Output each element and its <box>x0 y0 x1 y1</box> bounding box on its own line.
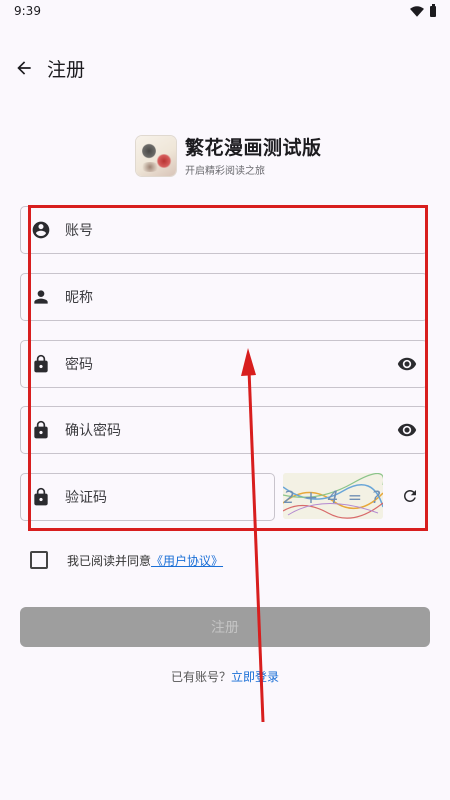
user-agreement-link[interactable]: 《用户协议》 <box>151 552 223 569</box>
captcha-image[interactable]: 2 + 4 = ? <box>283 473 383 519</box>
status-bar: 9:39 <box>0 0 450 22</box>
agreement-row: 我已阅读并同意 《用户协议》 <box>30 548 223 572</box>
page-title: 注册 <box>47 58 86 81</box>
confirm-password-placeholder: 确认密码 <box>65 423 121 439</box>
app-slogan: 开启精彩阅读之旅 <box>185 165 265 177</box>
status-time: 9:39 <box>14 4 41 18</box>
lock-icon <box>21 420 61 440</box>
register-button[interactable]: 注册 <box>20 607 430 647</box>
lock-icon <box>21 354 61 374</box>
captcha-input[interactable]: 验证码 <box>20 473 275 521</box>
status-icons <box>410 3 436 17</box>
app-name: 繁花漫画测试版 <box>185 136 322 159</box>
agreement-checkbox[interactable] <box>30 551 48 569</box>
confirm-password-input[interactable]: 确认密码 <box>20 406 428 454</box>
wifi-icon <box>410 5 424 17</box>
refresh-icon[interactable] <box>398 484 422 508</box>
password-input[interactable]: 密码 <box>20 340 428 388</box>
account-placeholder: 账号 <box>65 223 93 239</box>
account-input[interactable]: 账号 <box>20 206 428 254</box>
app-logo <box>136 136 176 176</box>
app-bar: 注册 <box>0 44 450 92</box>
login-prompt-row: 已有账号？立即登录 <box>0 668 450 685</box>
captcha-placeholder: 验证码 <box>65 490 107 506</box>
eye-icon[interactable] <box>387 354 427 374</box>
back-arrow-icon[interactable] <box>12 56 36 80</box>
eye-icon[interactable] <box>387 420 427 440</box>
agreement-text: 我已阅读并同意 <box>67 553 152 568</box>
nickname-input[interactable]: 昵称 <box>20 273 428 321</box>
captcha-text: 2 + 4 = ? <box>284 488 383 508</box>
login-prompt: 已有账号？ <box>170 670 231 684</box>
person-icon <box>21 287 61 307</box>
nickname-placeholder: 昵称 <box>65 290 93 306</box>
password-placeholder: 密码 <box>65 357 93 373</box>
lock-icon <box>21 487 61 507</box>
login-link[interactable]: 立即登录 <box>231 670 279 684</box>
brand-header: 繁花漫画测试版 开启精彩阅读之旅 <box>136 134 322 178</box>
account-circle-icon <box>21 220 61 240</box>
battery-icon <box>430 3 436 17</box>
